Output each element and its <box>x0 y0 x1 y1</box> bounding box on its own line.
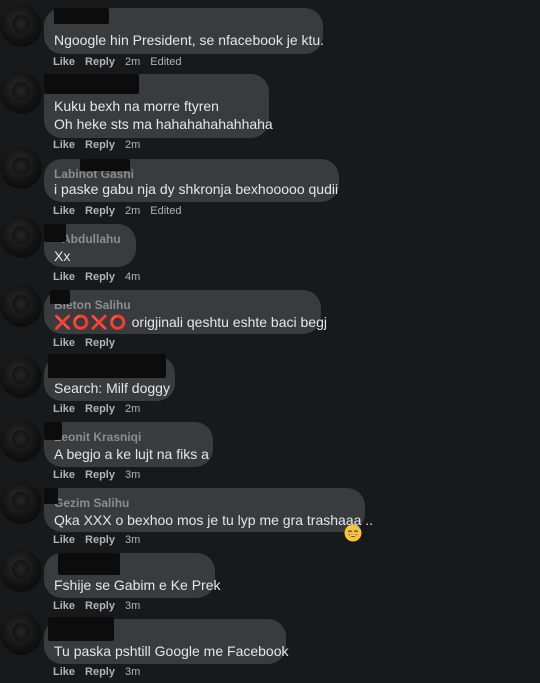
timestamp[interactable]: 4m <box>125 271 140 283</box>
timestamp[interactable]: 3m <box>125 600 140 612</box>
timestamp[interactable]: 3m <box>125 469 140 481</box>
author-redaction <box>48 617 114 641</box>
comment-text: Ngoogle hin President, se nfacebook je k… <box>54 32 325 48</box>
comment-text: Xx <box>54 248 71 264</box>
comment-actions: Like Reply 2m Edited <box>53 56 191 68</box>
comment-text: Search: Milf doggy <box>54 380 170 396</box>
avatar[interactable] <box>0 420 42 462</box>
reply-link[interactable]: Reply <box>85 534 115 546</box>
avatar[interactable] <box>0 72 42 114</box>
reply-link[interactable]: Reply <box>85 271 115 283</box>
like-link[interactable]: Like <box>53 600 75 612</box>
comment-bubble: Tu paska pshtill Google me Facebook <box>44 617 289 664</box>
like-link[interactable]: Like <box>53 403 75 415</box>
author-redaction <box>44 74 139 94</box>
comment-text: A begjo a ke lujt na fiks a <box>54 446 209 462</box>
like-link[interactable]: Like <box>53 139 75 151</box>
grinning-sweat-emoji-icon <box>344 524 362 542</box>
comment-actions: Like Reply 3m <box>53 534 150 546</box>
comment-text: ❌⭕❌⭕ origjinali qeshtu eshte baci begj <box>54 313 327 331</box>
timestamp[interactable]: 2m <box>125 403 140 415</box>
comment-bubble: Al Ngoogle hin President, se nfacebook j… <box>44 8 325 54</box>
x-o-symbols: ❌⭕❌⭕ <box>54 314 128 330</box>
reply-link[interactable]: Reply <box>85 205 115 217</box>
reply-link[interactable]: Reply <box>85 666 115 678</box>
avatar[interactable] <box>0 356 42 398</box>
timestamp[interactable]: 3m <box>125 534 140 546</box>
comment-actions: Like Reply <box>53 337 125 349</box>
comment-author[interactable]: Gezim Salihu <box>54 494 129 510</box>
avatar[interactable] <box>0 285 42 327</box>
like-link[interactable]: Like <box>53 205 75 217</box>
comment-text-body: origjinali qeshtu eshte baci begj <box>131 314 327 330</box>
comment-actions: Like Reply 4m <box>53 271 150 283</box>
comment-author[interactable]: Leonit Krasniqi <box>54 428 141 444</box>
author-redaction <box>48 354 166 378</box>
comment-author[interactable]: Abdullahu <box>62 230 121 246</box>
author-redaction <box>80 159 130 171</box>
comment-bubble: Kuku bexh na morre ftyren Oh heke sts ma… <box>44 74 273 138</box>
comment-text: Qka XXX o bexhoo mos je tu lyp me gra tr… <box>54 512 374 528</box>
reply-link[interactable]: Reply <box>85 337 115 349</box>
author-redaction <box>44 488 58 504</box>
like-link[interactable]: Like <box>53 666 75 678</box>
reply-link[interactable]: Reply <box>85 139 115 151</box>
author-redaction <box>54 8 109 24</box>
avatar[interactable] <box>0 550 42 592</box>
comment-actions: Like Reply 3m <box>53 469 150 481</box>
reply-link[interactable]: Reply <box>85 469 115 481</box>
author-redaction <box>50 290 70 304</box>
comment-bubble: Abdullahu Xx <box>44 224 136 267</box>
like-link[interactable]: Like <box>53 534 75 546</box>
comment-bubble: Leonit Krasniqi A begjo a ke lujt na fik… <box>44 422 213 467</box>
timestamp[interactable]: 2m <box>125 205 140 217</box>
avatar[interactable] <box>0 216 42 258</box>
avatar[interactable] <box>0 613 42 655</box>
comment-text: Fshije se Gabim e Ke Prek <box>54 577 221 593</box>
comment-actions: Like Reply 2m <box>53 139 150 151</box>
timestamp[interactable]: 2m <box>125 56 140 68</box>
avatar[interactable] <box>0 482 42 524</box>
like-link[interactable]: Like <box>53 271 75 283</box>
author-redaction <box>44 422 62 440</box>
reply-link[interactable]: Reply <box>85 56 115 68</box>
author-redaction <box>58 553 120 575</box>
comment-bubble: Gezim Salihu Qka XXX o bexhoo mos je tu … <box>44 488 373 532</box>
author-redaction <box>44 224 66 242</box>
edited-label[interactable]: Edited <box>150 56 181 68</box>
comment-bubble: Search: Milf doggy <box>44 354 175 401</box>
reply-link[interactable]: Reply <box>85 403 115 415</box>
comment-bubble: Bleton Salihu ❌⭕❌⭕ origjinali qeshtu esh… <box>44 290 327 334</box>
comment-bubble: Labinot Gashi i paske gabu nja dy shkron… <box>44 159 339 202</box>
comment-text-line: Kuku bexh na morre ftyren <box>54 98 219 114</box>
comment-actions: Like Reply 3m <box>53 666 150 678</box>
timestamp[interactable]: 3m <box>125 666 140 678</box>
timestamp[interactable]: 2m <box>125 139 140 151</box>
comment-bubble: Fshije se Gabim e Ke Prek <box>44 553 221 598</box>
comment-text: i paske gabu nja dy shkronja bexhooooo q… <box>54 181 339 197</box>
comment-actions: Like Reply 2m <box>53 403 150 415</box>
like-link[interactable]: Like <box>53 56 75 68</box>
edited-label[interactable]: Edited <box>150 205 181 217</box>
avatar[interactable] <box>0 5 42 47</box>
reply-link[interactable]: Reply <box>85 600 115 612</box>
comment-text-line: Oh heke sts ma hahahahahahhaha <box>54 116 273 132</box>
avatar[interactable] <box>0 147 42 189</box>
like-link[interactable]: Like <box>53 337 75 349</box>
comment-actions: Like Reply 3m <box>53 600 150 612</box>
comment-actions: Like Reply 2m Edited <box>53 205 191 217</box>
comment-text: Tu paska pshtill Google me Facebook <box>54 643 289 659</box>
like-link[interactable]: Like <box>53 469 75 481</box>
